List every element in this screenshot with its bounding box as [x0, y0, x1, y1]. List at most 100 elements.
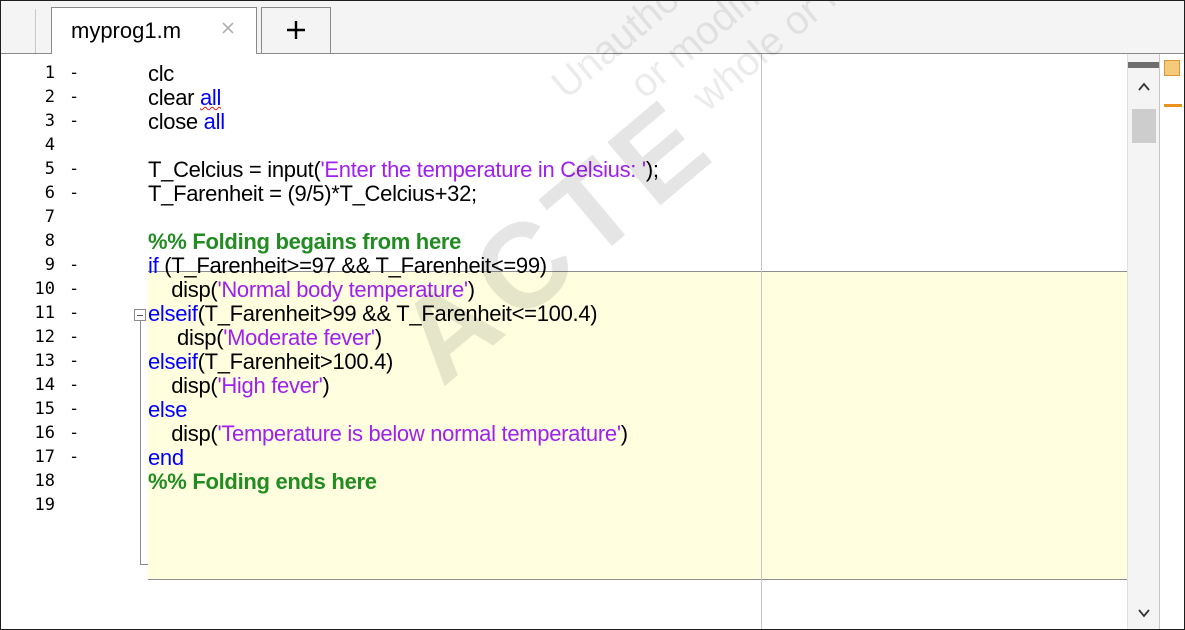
line-number: 5 [44, 159, 55, 179]
breakpoint-marker[interactable]: - [69, 351, 79, 371]
code-text[interactable]: T_Farenheit = (9/5)*T_Celcius+32; [148, 181, 477, 207]
code-line[interactable]: 8 %% Folding begains from here [1, 229, 1127, 255]
breakpoint-marker[interactable]: - [69, 63, 79, 83]
code-line[interactable]: 5- T_Celcius = input('Enter the temperatu… [1, 157, 1127, 183]
code-token: (T_Farenheit>100.4) [197, 349, 394, 374]
code-text[interactable]: disp('Temperature is below normal temper… [148, 421, 628, 447]
code-text[interactable]: disp('Moderate fever') [148, 325, 382, 351]
breakpoint-marker[interactable]: - [69, 399, 79, 419]
breakpoint-marker[interactable]: - [69, 255, 79, 275]
code-text[interactable]: disp('Normal body temperature') [148, 277, 475, 303]
line-number: 17 [34, 447, 55, 467]
code-text[interactable]: else [148, 397, 187, 423]
line-number: 15 [34, 399, 55, 419]
code-text[interactable]: if (T_Farenheit>=97 && T_Farenheit<=99) [148, 253, 547, 279]
code-text[interactable]: %% Folding ends here [148, 469, 377, 495]
code-token: %% Folding begains from here [148, 229, 462, 254]
tab-myprog1[interactable]: myprog1.m [51, 7, 257, 54]
code-token: all [200, 85, 222, 110]
line-number: 7 [44, 207, 55, 227]
code-token: if [148, 253, 159, 278]
line-number: 14 [34, 375, 55, 395]
fold-guide-end [140, 564, 148, 565]
code-line[interactable]: 14- disp('High fever') [1, 373, 1127, 399]
code-line[interactable]: 18 %% Folding ends here [1, 469, 1127, 495]
code-line[interactable]: 17- end [1, 445, 1127, 471]
breakpoint-marker[interactable]: - [69, 279, 79, 299]
code-token: 'Moderate fever' [223, 325, 375, 350]
line-number: 4 [44, 135, 55, 155]
line-number: 10 [34, 279, 55, 299]
scrollbar-thumb[interactable] [1132, 109, 1156, 143]
breakpoint-marker[interactable]: - [69, 423, 79, 443]
breakpoint-marker[interactable]: - [69, 303, 79, 323]
code-text[interactable]: elseif(T_Farenheit>99 && T_Farenheit<=10… [148, 301, 598, 327]
code-text[interactable]: T_Celcius = input('Enter the temperature… [148, 157, 659, 183]
code-line[interactable]: 19 [1, 493, 1127, 517]
breakpoint-marker[interactable]: - [69, 159, 79, 179]
code-token: 'Temperature is below normal temperature… [217, 421, 621, 446]
scrollbar-split-handle[interactable] [1128, 62, 1160, 68]
code-token: close [148, 109, 204, 134]
code-line[interactable]: 10- disp('Normal body temperature') [1, 277, 1127, 303]
code-token: disp( [148, 421, 218, 446]
breakpoint-marker[interactable]: - [69, 183, 79, 203]
fold-collapse-icon[interactable] [134, 309, 146, 321]
code-text[interactable]: clear all [148, 85, 221, 111]
line-number: 9 [44, 255, 55, 275]
code-token: ) [467, 277, 475, 302]
breakpoint-marker[interactable]: - [69, 447, 79, 467]
code-token: %% Folding ends here [148, 469, 377, 494]
code-line[interactable]: 7 [1, 205, 1127, 229]
breakpoint-marker[interactable]: - [69, 375, 79, 395]
code-line[interactable]: 2- clear all [1, 85, 1127, 111]
code-line[interactable]: 9- if (T_Farenheit>=97 && T_Farenheit<=99… [1, 253, 1127, 279]
code-text[interactable]: disp('High fever') [148, 373, 330, 399]
code-line[interactable]: 15- else [1, 397, 1127, 423]
code-text[interactable]: close all [148, 109, 225, 135]
close-icon[interactable] [220, 20, 236, 36]
code-line[interactable]: 13- elseif(T_Farenheit>100.4) [1, 349, 1127, 375]
code-token: (T_Farenheit>=97 && T_Farenheit<=99) [158, 253, 547, 278]
line-number: 12 [34, 327, 55, 347]
code-token: ) [374, 325, 382, 350]
code-token: 'High fever' [217, 373, 323, 398]
code-text[interactable]: end [148, 445, 184, 471]
line-number: 2 [44, 87, 55, 107]
code-text[interactable]: %% Folding begains from here [148, 229, 461, 255]
code-token: T_Celcius = input( [148, 157, 321, 182]
code-token: 'Normal body temperature' [217, 277, 468, 302]
fold-guide-line [140, 321, 141, 564]
code-text[interactable]: clc [148, 61, 174, 87]
code-line[interactable]: 3- close all [1, 109, 1127, 135]
code-token: disp( [148, 277, 218, 302]
new-tab-button[interactable] [261, 7, 331, 53]
code-line[interactable]: 6- T_Farenheit = (9/5)*T_Celcius+32; [1, 181, 1127, 207]
code-text[interactable]: elseif(T_Farenheit>100.4) [148, 349, 393, 375]
line-number: 3 [44, 111, 55, 131]
code-token: clear [148, 85, 200, 110]
vertical-scrollbar[interactable] [1127, 54, 1160, 629]
code-token: ) [620, 421, 628, 446]
tab-filename-label: myprog1.m [71, 18, 182, 43]
code-line[interactable]: 1- clc [1, 61, 1127, 87]
code-token: elseif [148, 301, 198, 326]
matlab-editor-window: myprog1.m 1- clc 2- clear all 3- close all 4 5-… [0, 0, 1185, 630]
line-number: 18 [34, 471, 55, 491]
tab-bar-grip[interactable] [9, 9, 36, 53]
line-number: 11 [34, 303, 55, 323]
breakpoint-marker[interactable]: - [69, 327, 79, 347]
code-line[interactable]: 11- elseif(T_Farenheit>99 && T_Farenheit<… [1, 301, 1127, 327]
code-analyzer-strip [1159, 54, 1184, 629]
code-line[interactable]: 16- disp('Temperature is below normal te… [1, 421, 1127, 447]
code-token: (T_Farenheit>99 && T_Farenheit<=100.4) [197, 301, 598, 326]
code-token: disp( [148, 325, 224, 350]
breakpoint-marker[interactable]: - [69, 111, 79, 131]
chevron-up-icon[interactable] [1136, 80, 1152, 94]
breakpoint-marker[interactable]: - [69, 87, 79, 107]
code-line[interactable]: 4 [1, 133, 1127, 157]
chevron-down-icon[interactable] [1136, 606, 1152, 620]
analyzer-warning-mark[interactable] [1164, 104, 1182, 107]
code-analyzer-indicator-icon[interactable] [1164, 60, 1180, 76]
code-line[interactable]: 12- disp('Moderate fever') [1, 325, 1127, 351]
